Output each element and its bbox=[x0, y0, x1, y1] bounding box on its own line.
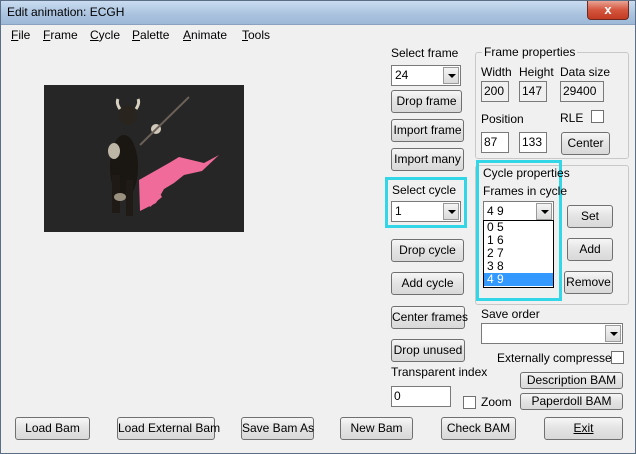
height-value: 147 bbox=[519, 81, 547, 102]
save-order-combo[interactable] bbox=[481, 323, 623, 344]
frame-properties-title: Frame properties bbox=[482, 45, 578, 59]
load-bam-button[interactable]: Load Bam bbox=[15, 417, 90, 440]
select-frame-label: Select frame bbox=[391, 46, 459, 60]
set-button[interactable]: Set bbox=[567, 205, 613, 228]
frames-option-selected[interactable]: 4 9 bbox=[484, 273, 553, 286]
import-many-button[interactable]: Import many bbox=[391, 148, 464, 171]
save-bam-as-button[interactable]: Save Bam As bbox=[241, 417, 314, 440]
chevron-down-icon[interactable] bbox=[443, 203, 459, 220]
externally-compressed-label: Externally compressed bbox=[497, 351, 619, 365]
minotaur-sprite-image bbox=[108, 96, 219, 216]
drop-cycle-button[interactable]: Drop cycle bbox=[391, 239, 464, 262]
rle-label: RLE bbox=[560, 111, 584, 125]
close-button[interactable]: x bbox=[587, 1, 629, 20]
save-order-label: Save order bbox=[481, 307, 540, 321]
rle-checkbox[interactable] bbox=[591, 110, 604, 123]
externally-compressed-checkbox[interactable] bbox=[611, 351, 624, 364]
frame-preview[interactable] bbox=[44, 85, 244, 232]
chevron-down-icon[interactable] bbox=[605, 325, 621, 342]
select-frame-value: 24 bbox=[395, 68, 409, 82]
load-external-bam-button[interactable]: Load External Bam bbox=[117, 417, 220, 440]
drop-frame-button[interactable]: Drop frame bbox=[391, 90, 462, 113]
title-bar: Edit animation: ECGH x bbox=[1, 1, 635, 25]
add-button[interactable]: Add bbox=[567, 238, 613, 261]
add-cycle-button[interactable]: Add cycle bbox=[391, 272, 464, 295]
exit-button[interactable]: Exit bbox=[544, 417, 623, 440]
menu-cycle[interactable]: Cycle bbox=[90, 28, 120, 42]
menu-file[interactable]: File bbox=[11, 28, 30, 42]
menu-tools[interactable]: Tools bbox=[242, 28, 270, 42]
remove-button[interactable]: Remove bbox=[564, 271, 613, 294]
center-button[interactable]: Center bbox=[561, 132, 610, 155]
window-title: Edit animation: ECGH bbox=[7, 5, 125, 19]
width-value: 200 bbox=[481, 81, 509, 102]
frames-in-cycle-value: 4 9 bbox=[487, 204, 504, 218]
zoom-label: Zoom bbox=[481, 395, 512, 409]
data-size-label: Data size bbox=[560, 65, 611, 79]
width-label: Width bbox=[481, 65, 512, 79]
transparent-index-input[interactable]: 0 bbox=[391, 386, 451, 407]
menu-palette[interactable]: Palette bbox=[132, 28, 169, 42]
position-x-input[interactable]: 87 bbox=[481, 132, 509, 153]
position-label: Position bbox=[481, 112, 524, 126]
check-bam-button[interactable]: Check BAM bbox=[441, 417, 516, 440]
height-label: Height bbox=[519, 65, 554, 79]
menu-animate[interactable]: Animate bbox=[183, 28, 227, 42]
cycle-properties-title: Cycle properties bbox=[483, 166, 570, 180]
menu-bar: File Frame Cycle Palette Animate Tools bbox=[1, 26, 635, 45]
position-y-input[interactable]: 133 bbox=[519, 132, 547, 153]
zoom-checkbox[interactable] bbox=[463, 396, 476, 409]
frames-in-cycle-label: Frames in cycle bbox=[483, 184, 568, 198]
data-size-value: 29400 bbox=[560, 81, 604, 102]
paperdoll-bam-button[interactable]: Paperdoll BAM bbox=[520, 393, 623, 410]
center-frames-button[interactable]: Center frames bbox=[391, 306, 468, 329]
new-bam-button[interactable]: New Bam bbox=[340, 417, 413, 440]
select-cycle-label: Select cycle bbox=[392, 183, 457, 197]
transparent-index-label: Transparent index bbox=[391, 365, 488, 379]
select-frame-combo[interactable]: 24 bbox=[391, 65, 461, 86]
frames-in-cycle-list[interactable]: 0 5 1 6 2 7 3 8 4 9 bbox=[483, 220, 554, 288]
chevron-down-icon[interactable] bbox=[536, 203, 552, 220]
description-bam-button[interactable]: Description BAM bbox=[520, 372, 623, 389]
edit-animation-window: Edit animation: ECGH x File Frame Cycle … bbox=[0, 0, 636, 454]
select-cycle-combo[interactable]: 1 bbox=[391, 201, 461, 222]
chevron-down-icon[interactable] bbox=[443, 67, 459, 84]
select-cycle-value: 1 bbox=[395, 204, 402, 218]
drop-unused-button[interactable]: Drop unused bbox=[391, 339, 465, 362]
menu-frame[interactable]: Frame bbox=[43, 28, 78, 42]
frames-in-cycle-combo[interactable]: 4 9 bbox=[483, 201, 554, 222]
import-frame-button[interactable]: Import frame bbox=[391, 119, 464, 142]
